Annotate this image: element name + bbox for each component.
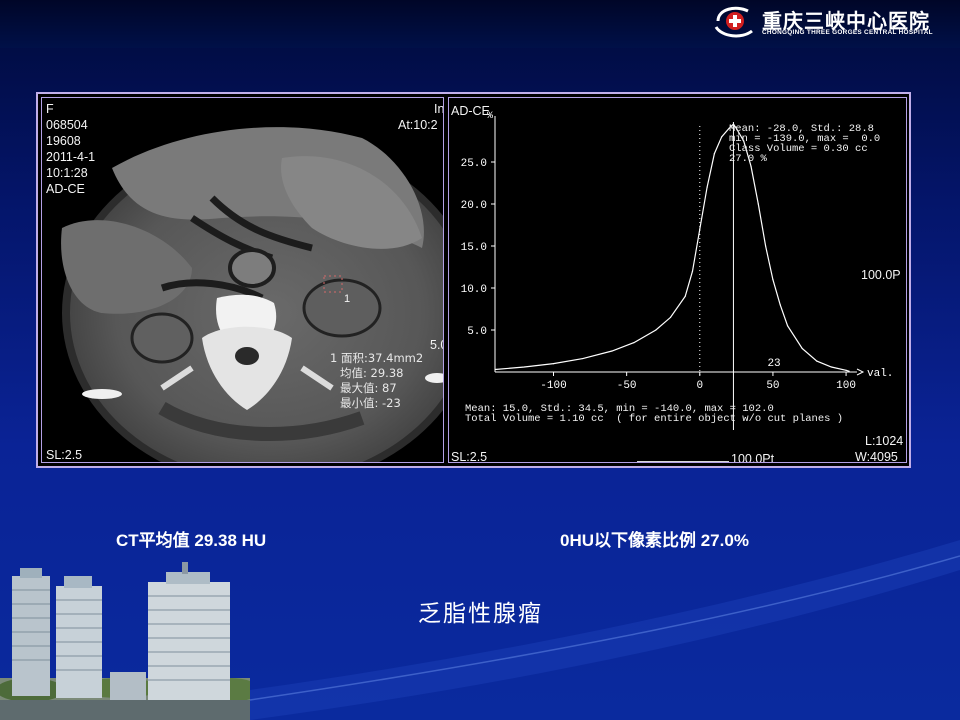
- histogram-point: [779, 304, 781, 306]
- x-axis-unit: val.: [867, 368, 893, 380]
- hist-scale-label: 100.0Pt: [731, 452, 775, 463]
- histogram-point: [772, 279, 774, 281]
- hist-side-label: 100.0P: [861, 268, 901, 282]
- roi-min: 最小值: -23: [340, 396, 401, 410]
- histogram-point: [706, 186, 708, 188]
- histogram-curve: [494, 123, 850, 372]
- x-tick-label: 100: [836, 380, 856, 392]
- ct-at-label: At:10:2: [398, 118, 438, 132]
- x-tick-label: -100: [540, 380, 566, 392]
- y-tick-label: 10.0: [461, 284, 487, 296]
- hist-level-label: L:1024: [865, 434, 904, 448]
- histogram-point: [582, 357, 584, 360]
- histogram-point: [655, 329, 657, 331]
- stats-box-line-4: 27.0 %: [729, 153, 767, 165]
- caption-ct-mean: CT平均值 29.38 HU: [116, 531, 267, 550]
- histogram-point: [757, 203, 759, 205]
- histogram-point: [721, 136, 723, 138]
- y-tick-label: 15.0: [461, 242, 487, 254]
- y-tick-label: 25.0: [461, 158, 487, 170]
- x-tick-label: -50: [617, 380, 637, 392]
- ct-image-panel: F 068504 19608 2011-4-1 10:1:28 AD-CE In…: [41, 97, 444, 463]
- figure-frame: F 068504 19608 2011-4-1 10:1:28 AD-CE In…: [36, 92, 911, 468]
- hist-corner-label: AD-CE: [451, 104, 490, 118]
- histogram-point: [699, 228, 701, 230]
- ct-info-line-6: AD-CE: [46, 182, 85, 196]
- roi-mean: 均值: 29.38: [340, 366, 404, 380]
- hist-window-label: W:4095: [855, 450, 898, 463]
- hist-sl-label: SL:2.5: [451, 450, 488, 463]
- caption-pixel-ratio: 0HU以下像素比例 27.0%: [560, 531, 749, 550]
- marker-label: 23: [767, 358, 780, 370]
- hospital-buildings-image: [0, 562, 250, 720]
- histogram-point: [786, 325, 789, 327]
- histogram-point: [750, 165, 752, 167]
- histogram-point: [633, 342, 635, 344]
- ct-info-line-5: 10:1:28: [46, 166, 88, 180]
- ct-side-value: 5.0: [430, 338, 443, 352]
- histogram-point: [801, 347, 803, 350]
- histogram-point: [845, 369, 847, 371]
- hospital-name-en: CHONGQING THREE GORGES CENTRAL HOSPITAL: [762, 29, 933, 36]
- roi-area: 1 面积:37.4mm2: [330, 351, 424, 365]
- ct-info-line-4: 2011-4-1: [46, 150, 96, 164]
- diagnosis-title: 乏脂性腺瘤: [418, 601, 543, 627]
- hist-footer-line-2: Total Volume = 1.10 cc ( for entire obje…: [465, 413, 844, 425]
- histogram-point: [684, 295, 686, 297]
- histogram-point: [713, 153, 716, 155]
- y-tick-label: 20.0: [461, 200, 487, 212]
- histogram-point: [830, 366, 833, 368]
- y-tick-label: 5.0: [467, 326, 487, 338]
- hospital-cross-emblem-icon: [714, 6, 753, 38]
- ct-sl-label: SL:2.5: [46, 448, 83, 462]
- x-tick-label: 50: [766, 380, 779, 392]
- histogram-point: [691, 270, 694, 272]
- histogram-point: [494, 368, 496, 371]
- roi-max: 最大值: 87: [340, 381, 397, 395]
- histogram-point: [552, 363, 555, 365]
- ct-info-line-2: 068504: [46, 118, 88, 132]
- histogram-panel: % 25.0 20.0 15.0 10.0 5.0 -100 -50 0 50 100 val. 23 …: [448, 97, 907, 463]
- roi-number: 1: [344, 293, 351, 305]
- ct-info-line-3: 19608: [46, 134, 81, 148]
- histogram-point: [669, 316, 672, 318]
- ct-top-right-label: In: [434, 102, 444, 116]
- scale-bar: [637, 461, 729, 462]
- x-tick-label: 0: [696, 380, 703, 392]
- histogram-point: [523, 366, 525, 368]
- histogram-point: [816, 360, 818, 362]
- histogram-point: [848, 370, 850, 372]
- histogram-point: [611, 350, 613, 352]
- x-axis-arrow: [856, 368, 865, 376]
- histogram-point: [765, 245, 767, 247]
- ct-info-line-1: F: [46, 102, 54, 116]
- hospital-logo: 重庆三峡中心医院 CHONGQING THREE GORGES CENTRAL …: [712, 3, 957, 39]
